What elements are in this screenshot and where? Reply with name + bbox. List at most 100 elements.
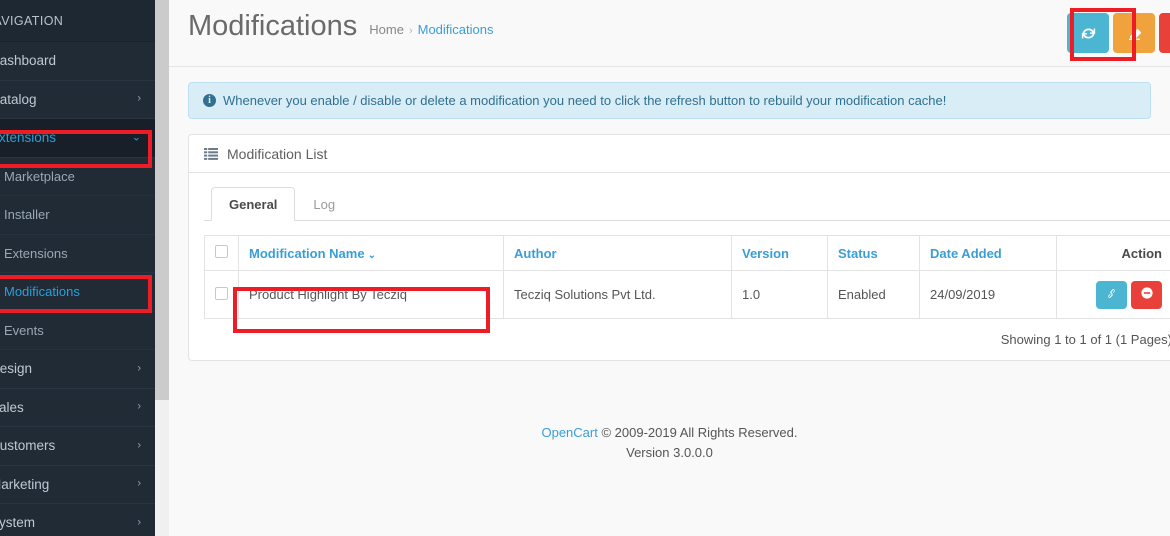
column-header-modification-name[interactable]: Modification Name ⌄	[238, 235, 504, 271]
breadcrumb: Home › Modifications	[369, 22, 493, 37]
info-alert: i Whenever you enable / disable or delet…	[188, 82, 1151, 119]
sidebar-item-design[interactable]: Design ›	[0, 350, 155, 389]
sidebar-item-extensions-sub[interactable]: Extensions	[0, 234, 155, 273]
tab-general[interactable]: General	[211, 187, 296, 221]
sidebar-heading-label: NAVIGATION	[0, 13, 64, 28]
column-header-action: Action	[1056, 235, 1170, 271]
chevron-right-icon: ›	[137, 439, 141, 452]
table-header: Modification Name ⌄ Author Version Status	[204, 235, 1170, 271]
sidebar-item-label: Extensions	[4, 245, 68, 261]
cell-modification-name: Product Highlight By Tecziq	[238, 270, 504, 319]
panel-heading-label: Modification List	[227, 145, 328, 162]
panel-body: General Log Modification Name ⌄ Author V…	[189, 173, 1170, 360]
breadcrumb-current[interactable]: Modifications	[418, 22, 494, 37]
footer-version: Version 3.0.0.0	[626, 445, 713, 461]
sidebar-item-catalog[interactable]: Catalog ›	[0, 81, 155, 119]
table-body: Product Highlight By Tecziq Tecziq Solut…	[204, 270, 1170, 319]
sidebar-item-installer[interactable]: Installer	[0, 196, 155, 235]
sidebar-item-label: Catalog	[0, 91, 37, 107]
column-header-version[interactable]: Version	[731, 235, 828, 271]
clear-button[interactable]	[1113, 13, 1155, 53]
sidebar-scrollbar-thumb[interactable]	[155, 0, 169, 400]
sidebar-item-label: Modifications	[4, 284, 80, 300]
sidebar-item-events[interactable]: Events	[0, 311, 155, 350]
sidebar-item-label: Marketing	[0, 476, 50, 492]
sidebar-item-marketing[interactable]: Marketing ›	[0, 466, 155, 504]
sidebar-item-marketplace[interactable]: Marketplace	[0, 157, 155, 196]
page-title-area: Modifications Home › Modifications	[188, 12, 493, 41]
sidebar-item-label: Events	[4, 322, 44, 338]
page-title: Modifications	[188, 10, 358, 42]
select-all-header	[204, 235, 239, 271]
action-button-group	[1067, 280, 1162, 309]
screen: NAVIGATION Dashboard Catalog › Extension…	[0, 0, 1170, 536]
sidebar-item-label: Dashboard	[0, 53, 57, 69]
sidebar-item-system[interactable]: System ›	[0, 504, 155, 536]
chevron-right-icon: ›	[137, 362, 141, 375]
list-icon	[204, 147, 218, 160]
sidebar-item-sales[interactable]: Sales ›	[0, 389, 155, 427]
sidebar-item-extensions[interactable]: Extensions ⌄	[0, 119, 155, 158]
column-label: Date Added	[930, 245, 1002, 261]
column-header-status[interactable]: Status	[827, 235, 920, 271]
cell-version: 1.0	[731, 270, 828, 319]
refresh-icon	[1081, 26, 1096, 41]
footer: OpenCart © 2009-2019 All Rights Reserved…	[169, 423, 1170, 463]
column-label: Version	[742, 245, 789, 261]
cell-date-added: 24/09/2019	[919, 270, 1057, 319]
select-all-checkbox[interactable]	[215, 245, 228, 258]
alert-text: Whenever you enable / disable or delete …	[223, 93, 947, 108]
sidebar-item-label: System	[0, 515, 36, 531]
disable-button[interactable]	[1131, 280, 1162, 309]
table-row: Product Highlight By Tecziq Tecziq Solut…	[204, 270, 1170, 319]
sidebar-item-label: Sales	[0, 399, 24, 415]
tab-log[interactable]: Log	[295, 187, 353, 221]
cell-author: Tecziq Solutions Pvt Ltd.	[503, 270, 732, 319]
row-select-cell	[204, 270, 239, 319]
sidebar-item-customers[interactable]: Customers ›	[0, 427, 155, 466]
chevron-right-icon: ›	[137, 516, 141, 529]
sort-caret-icon: ⌄	[367, 249, 376, 261]
sidebar-item-label: Marketplace	[4, 168, 75, 184]
cell-status: Enabled	[827, 270, 920, 319]
modification-table: Modification Name ⌄ Author Version Status	[204, 235, 1170, 319]
pagination-results: Showing 1 to 1 of 1 (1 Pages)	[1000, 332, 1170, 347]
delete-button[interactable]	[1159, 13, 1170, 53]
row-checkbox[interactable]	[215, 286, 228, 300]
sidebar-item-label: Customers	[0, 438, 56, 454]
edit-link-button[interactable]	[1096, 280, 1127, 309]
eraser-icon	[1126, 25, 1142, 41]
sidebar-item-dashboard[interactable]: Dashboard	[0, 42, 155, 81]
chevron-right-icon: ›	[137, 400, 141, 413]
panel-heading: Modification List	[189, 135, 1170, 173]
column-header-author[interactable]: Author	[503, 235, 732, 271]
tab-bar: General Log	[204, 187, 1170, 221]
column-label: Author	[514, 245, 557, 261]
column-label: Modification Name	[249, 245, 365, 261]
refresh-button[interactable]	[1067, 13, 1109, 53]
header-button-group	[1067, 13, 1170, 53]
sidebar-item-label: Design	[0, 361, 33, 377]
chevron-right-icon: ›	[137, 477, 141, 490]
page-header: Modifications Home › Modifications	[169, 0, 1170, 67]
sidebar: NAVIGATION Dashboard Catalog › Extension…	[0, 0, 155, 536]
footer-copyright: © 2009-2019 All Rights Reserved.	[601, 425, 798, 440]
column-header-date-added[interactable]: Date Added	[919, 235, 1057, 271]
sidebar-item-modifications[interactable]: Modifications	[0, 273, 155, 312]
main-content: Modifications Home › Modifications i Whe…	[169, 0, 1170, 536]
breadcrumb-separator: ›	[408, 25, 413, 37]
link-icon	[1105, 287, 1118, 303]
modification-list-panel: Modification List General Log Modificati…	[188, 134, 1170, 361]
footer-copyright-line: OpenCart © 2009-2019 All Rights Reserved…	[169, 423, 1170, 443]
sidebar-item-label: Extensions	[0, 130, 57, 146]
cell-actions	[1056, 270, 1170, 319]
minus-circle-icon	[1140, 286, 1154, 303]
chevron-right-icon: ›	[137, 92, 141, 105]
column-label: Status	[838, 245, 878, 261]
breadcrumb-home[interactable]: Home	[369, 22, 404, 37]
column-label: Action	[1121, 245, 1162, 261]
info-icon: i	[203, 94, 216, 107]
footer-brand-link[interactable]: OpenCart	[541, 425, 597, 440]
sidebar-heading: NAVIGATION	[0, 0, 155, 42]
chevron-down-icon: ⌄	[131, 131, 141, 144]
